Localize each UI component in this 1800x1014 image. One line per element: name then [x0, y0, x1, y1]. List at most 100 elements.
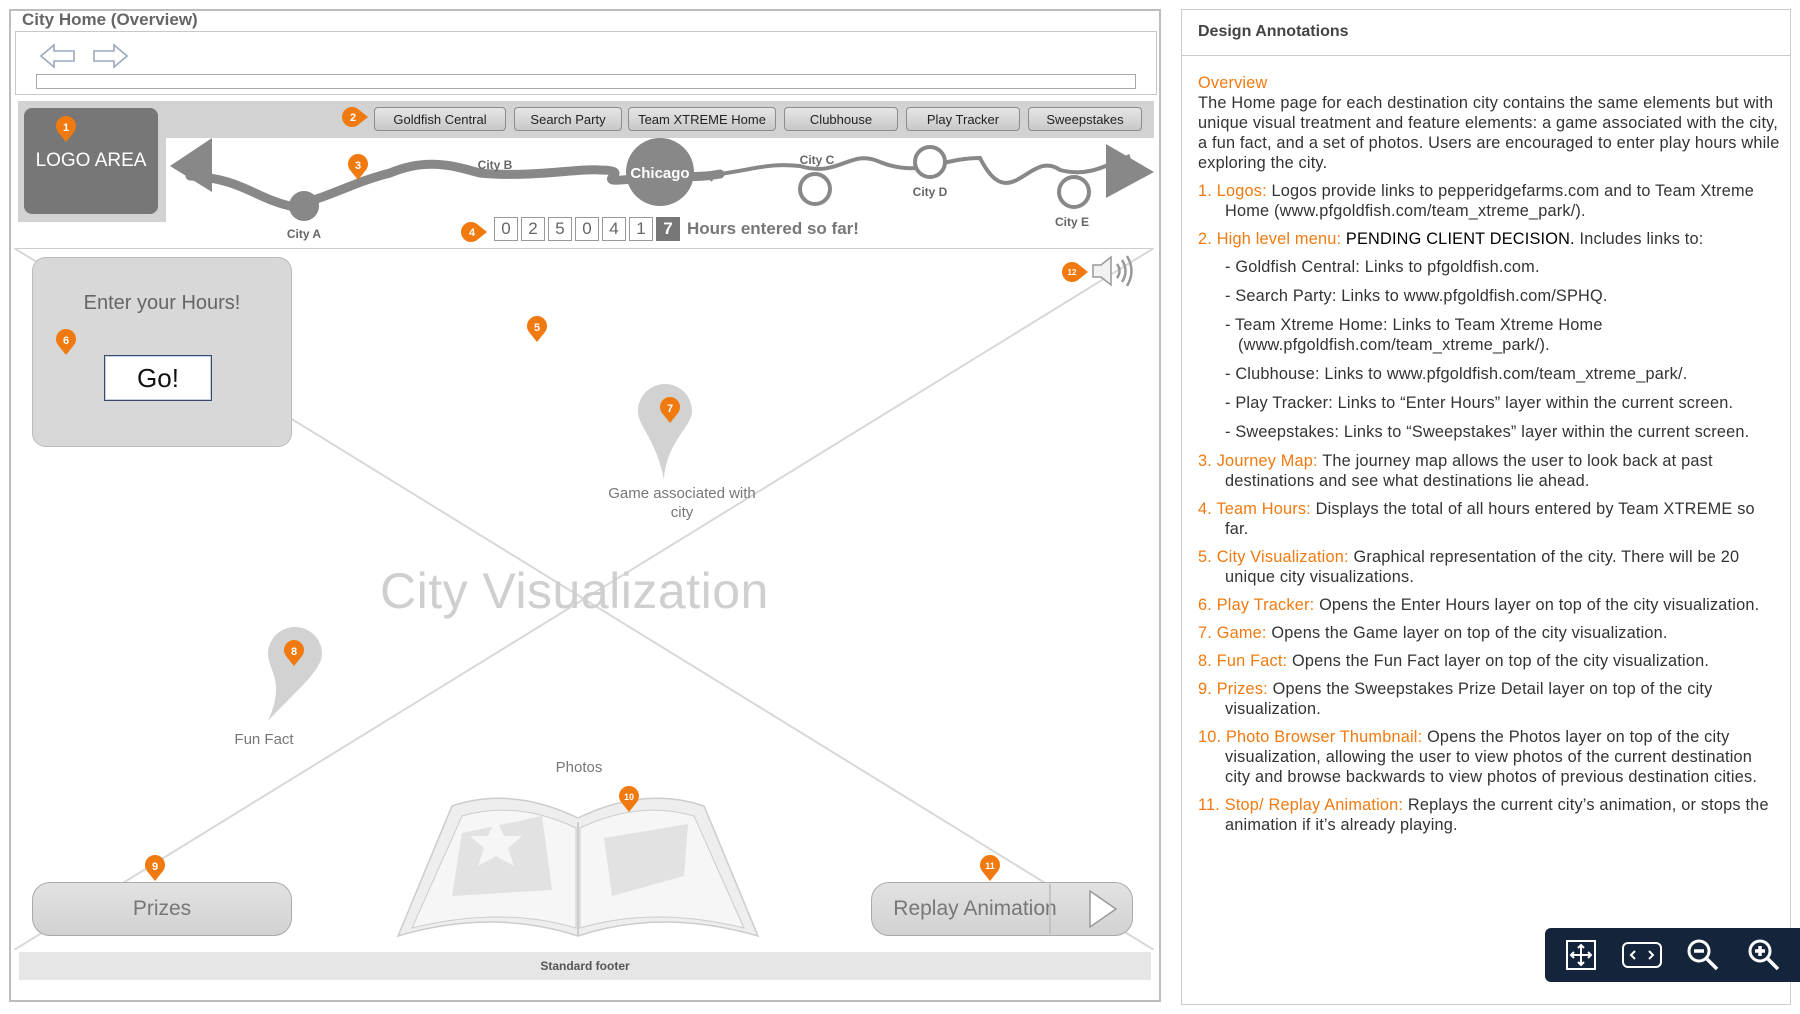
annotation-badge-8: 8: [284, 640, 304, 666]
team-hours-counter: 0 2 5 0 4 1 7 Hours entered so far!: [494, 216, 859, 242]
annotation-subitem: - Search Party: Links to www.pfgoldfish.…: [1225, 287, 1608, 305]
menu-team-xtreme-home[interactable]: Team XTREME Home: [628, 107, 776, 131]
overview-heading: Overview: [1198, 74, 1268, 92]
standard-footer: Standard footer: [19, 952, 1151, 980]
annotation-item: 11. Stop/ Replay Animation: Replays the …: [1198, 796, 1769, 834]
menu-goldfish-central[interactable]: Goldfish Central: [374, 107, 506, 131]
play-icon: [1089, 889, 1118, 929]
svg-text:7: 7: [667, 403, 673, 415]
annotation-item: 9. Prizes: Opens the Sweepstakes Prize D…: [1198, 680, 1713, 718]
annotation-badge-10: 10: [619, 786, 639, 812]
annotation-subitem: - Play Tracker: Links to “Enter Hours” l…: [1225, 394, 1734, 412]
zoom-in-icon: [1748, 939, 1779, 971]
hours-digit: 4: [602, 217, 626, 241]
annotation-lead: PENDING CLIENT DECISION.: [1345, 230, 1575, 248]
city-b-label: City B: [478, 158, 513, 172]
annotation-subitem: - Team Xtreme Home: Links to Team Xtreme…: [1225, 316, 1603, 354]
hours-digit: 7: [656, 217, 680, 241]
photos-label: Photos: [555, 759, 603, 776]
zoom-out-button[interactable]: [1679, 932, 1727, 978]
annotation-badge-3: 3: [348, 154, 368, 180]
menu-clubhouse[interactable]: Clubhouse: [784, 107, 898, 131]
city-c-label: City C: [800, 153, 835, 167]
fit-screen-icon: [1566, 940, 1597, 970]
city-a-marker[interactable]: [289, 191, 319, 221]
city-visualization-label: City Visualization: [380, 563, 769, 619]
city-d-marker[interactable]: [913, 145, 947, 179]
annotation-badge-11: 11: [980, 855, 1000, 881]
annotation-subitem: - Sweepstakes: Links to “Sweepstakes” la…: [1225, 423, 1750, 441]
svg-text:5: 5: [534, 322, 540, 334]
zoom-in-button[interactable]: [1740, 932, 1788, 978]
overview-text: The Home page for each destination city …: [1198, 94, 1780, 172]
annotation-badge-7: 7: [660, 397, 680, 423]
hours-digit: 0: [575, 217, 599, 241]
journey-forward-arrow-icon[interactable]: [1106, 144, 1154, 198]
svg-text:3: 3: [355, 160, 361, 172]
prizes-button[interactable]: Prizes: [32, 882, 292, 936]
annotation-badge-4: 4: [461, 222, 487, 242]
forward-arrow-icon[interactable]: [90, 42, 130, 70]
enter-hours-title: Enter your Hours!: [83, 292, 241, 314]
annotation-badge-1: 1: [56, 116, 76, 142]
menu-play-tracker[interactable]: Play Tracker: [906, 107, 1020, 131]
annotation-item: 1. Logos: Logos provide links to pepperi…: [1198, 181, 1780, 221]
annotation-num: 1.: [1198, 182, 1212, 200]
svg-text:6: 6: [63, 335, 69, 347]
speaker-icon[interactable]: [1091, 254, 1139, 288]
svg-text:8: 8: [291, 646, 297, 658]
fit-screen-button[interactable]: [1557, 932, 1605, 978]
hours-digit: 2: [521, 217, 545, 241]
annotation-item: 6. Play Tracker: Opens the Enter Hours l…: [1198, 596, 1760, 614]
svg-text:2: 2: [350, 112, 356, 124]
svg-text:1: 1: [63, 122, 69, 134]
annotation-badge-12: 12: [1062, 262, 1088, 282]
chicago-label: Chicago: [630, 165, 689, 182]
viewer-toolbar: [1545, 928, 1800, 982]
annotation-item: 3. Journey Map: The journey map allows t…: [1198, 452, 1713, 490]
city-e-marker[interactable]: [1057, 175, 1091, 209]
hours-label: Hours entered so far!: [687, 219, 859, 238]
svg-text:11: 11: [985, 861, 995, 871]
journey-back-arrow-icon[interactable]: [170, 138, 212, 192]
annotation-item: 10. Photo Browser Thumbnail: Opens the P…: [1198, 728, 1758, 786]
svg-text:10: 10: [624, 792, 634, 802]
annotation-text: Logos provide links to pepperidgefarms.c…: [1225, 182, 1755, 220]
annotation-badge-6: 6: [56, 329, 76, 355]
menu-search-party[interactable]: Search Party: [514, 107, 622, 131]
svg-text:9: 9: [152, 861, 158, 873]
annotation-subitem: - Clubhouse: Links to www.pfgoldfish.com…: [1225, 365, 1688, 383]
city-e-label: City E: [1055, 215, 1089, 229]
photo-book-thumbnail[interactable]: [392, 778, 764, 940]
annotations-divider: [1181, 55, 1791, 56]
city-c-marker[interactable]: [798, 172, 832, 206]
menu-sweepstakes[interactable]: Sweepstakes: [1028, 107, 1142, 131]
annotation-item: 4. Team Hours: Displays the total of all…: [1198, 500, 1755, 538]
annotation-text: Includes links to:: [1579, 230, 1704, 248]
annotation-item: 7. Game: Opens the Game layer on top of …: [1198, 624, 1668, 642]
hours-digit: 1: [629, 217, 653, 241]
zoom-out-icon: [1687, 939, 1719, 971]
page-nav-button[interactable]: [1618, 932, 1666, 978]
annotation-badge-9: 9: [145, 855, 165, 881]
back-arrow-icon[interactable]: [38, 42, 78, 70]
page-title: City Home (Overview): [22, 10, 198, 29]
annotation-subitem: - Goldfish Central: Links to pfgoldfish.…: [1225, 258, 1540, 276]
page-nav-icon: [1622, 942, 1663, 968]
city-a-label: City A: [287, 227, 322, 241]
svg-text:4: 4: [469, 227, 476, 239]
hours-digit: 0: [494, 217, 518, 241]
annotations-title: Design Annotations: [1198, 23, 1349, 40]
hours-digit: 5: [548, 217, 572, 241]
go-button[interactable]: Go!: [104, 355, 212, 401]
logo-area[interactable]: LOGO AREA: [24, 108, 158, 214]
address-bar[interactable]: [36, 74, 1136, 89]
annotation-item: 2. High level menu: PENDING CLIENT DECIS…: [1198, 229, 1780, 249]
annotations-body: Overview The Home page for each destinat…: [1198, 73, 1780, 939]
annotation-item: 5. City Visualization: Graphical represe…: [1198, 548, 1740, 586]
annotation-title: Logos:: [1216, 182, 1267, 200]
annotation-badge-5: 5: [527, 316, 547, 342]
overview-block: Overview The Home page for each destinat…: [1198, 73, 1780, 173]
city-d-label: City D: [913, 185, 948, 199]
replay-animation-label: Replay Animation: [893, 897, 1057, 920]
